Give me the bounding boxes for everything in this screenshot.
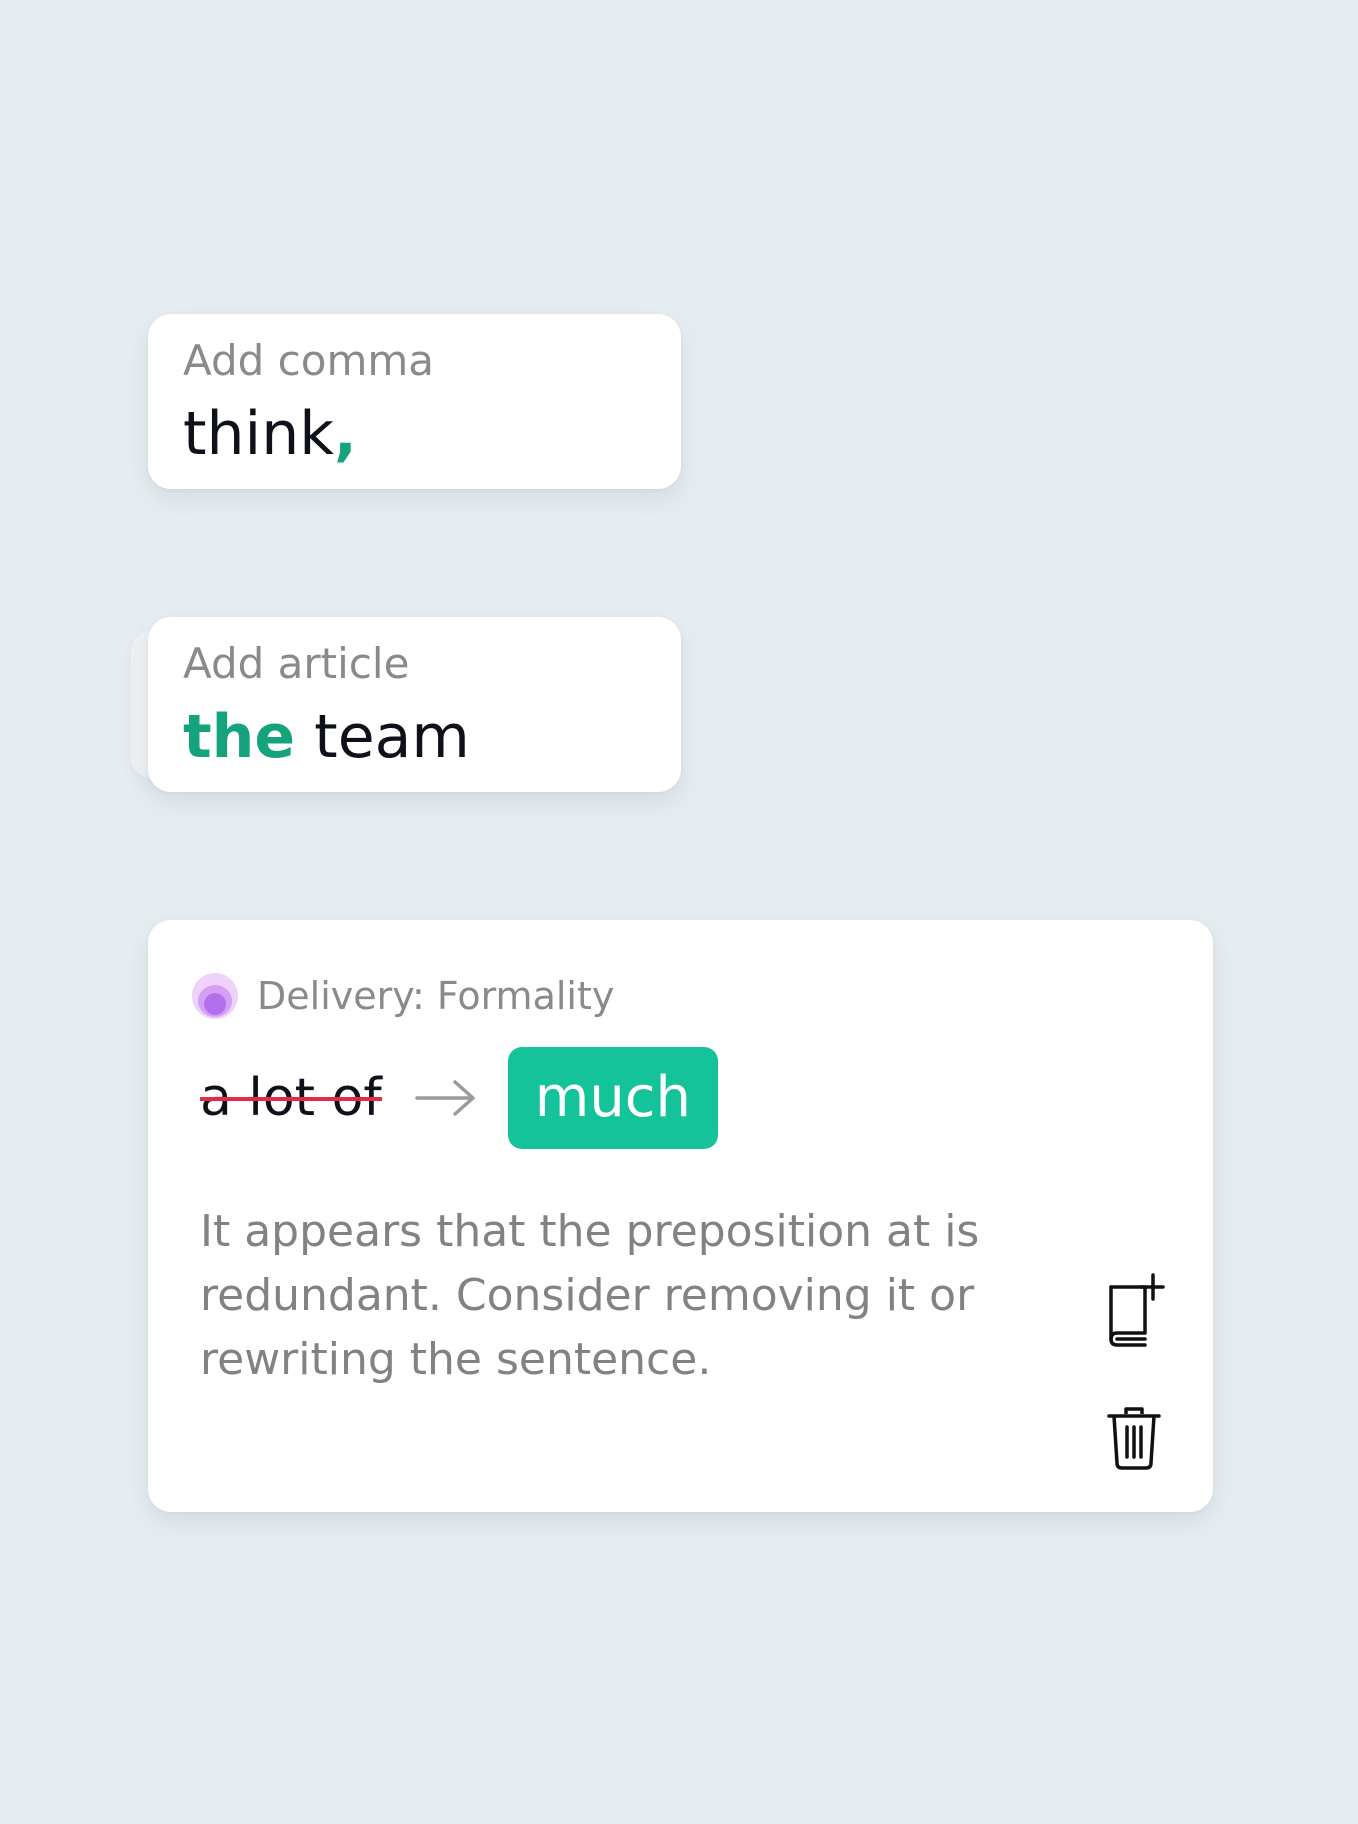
strikethrough-line xyxy=(200,1097,382,1101)
preview-word: team xyxy=(295,702,470,772)
suggestion-preview: think, xyxy=(183,400,646,468)
inserted-article: the xyxy=(183,702,296,772)
add-to-dictionary-button[interactable] xyxy=(1099,1270,1169,1350)
suggestion-description: It appears that the preposition at is re… xyxy=(200,1206,980,1385)
suggestion-title: Add comma xyxy=(183,336,435,385)
delete-button[interactable] xyxy=(1099,1398,1169,1478)
suggestion-card-formality: Delivery: Formality a lot of much It app… xyxy=(148,920,1213,1512)
removed-text: a lot of xyxy=(200,1063,382,1133)
suggestion-preview: the team xyxy=(183,703,646,771)
replacement-row: a lot of much xyxy=(200,1047,719,1149)
suggestion-category: Delivery: Formality xyxy=(257,974,615,1018)
suggestion-header: Delivery: Formality xyxy=(192,973,614,1019)
preview-word: think xyxy=(183,399,334,469)
tone-dot-icon xyxy=(192,973,238,1019)
arrow-right-icon xyxy=(414,1080,475,1116)
suggestion-card-add-comma[interactable]: Add comma think, xyxy=(148,314,681,489)
book-plus-icon xyxy=(1109,1273,1165,1347)
accept-suggestion-button[interactable]: much xyxy=(507,1047,719,1149)
trash-icon xyxy=(1107,1407,1161,1470)
suggestion-title: Add article xyxy=(183,639,410,688)
suggestion-card-add-article[interactable]: Add article the team xyxy=(148,617,681,792)
inserted-comma: , xyxy=(334,399,357,469)
